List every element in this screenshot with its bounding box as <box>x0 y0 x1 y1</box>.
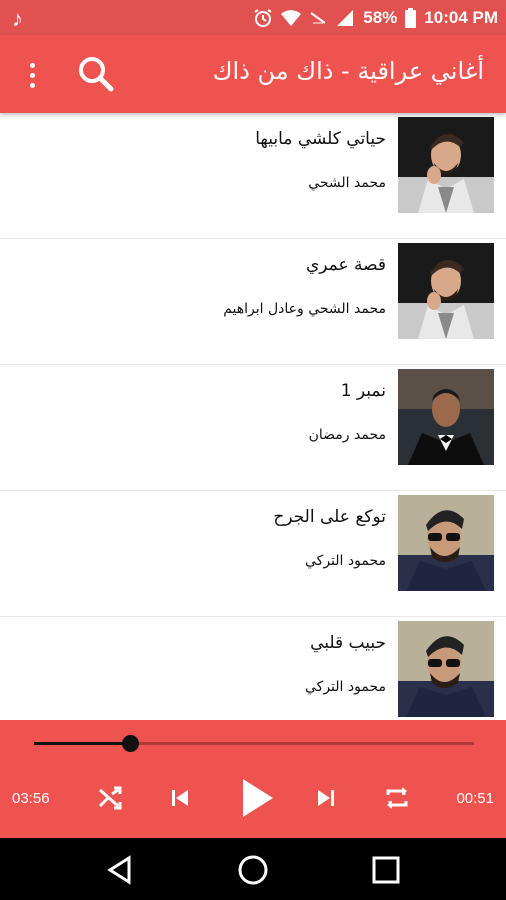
app-bar: أغاني عراقية - ذاك من ذاك <box>0 35 506 113</box>
elapsed-time: 03:56 <box>12 790 50 807</box>
page-title: أغاني عراقية - ذاك من ذاك <box>212 57 484 85</box>
no-data-icon <box>309 9 327 27</box>
home-icon[interactable] <box>235 852 271 888</box>
status-bar: ♪ 58% 10:04 PM <box>0 0 506 35</box>
singer-photo-icon <box>398 243 494 339</box>
system-nav-bar <box>0 838 506 900</box>
song-title: توكع على الجرح <box>273 507 386 527</box>
song-row[interactable]: حبيب قلبي محمود التركي <box>0 617 506 720</box>
repeat-icon[interactable] <box>380 778 414 818</box>
song-title: حياتي كلشي مابيها <box>255 129 386 149</box>
song-artist: محمود التركي <box>305 553 386 569</box>
song-list[interactable]: حياتي كلشي مابيها محمد الشحي قصة عمري مح… <box>0 113 506 720</box>
singer-photo-icon <box>398 495 494 591</box>
song-row[interactable]: نمبر 1 محمد رمضان <box>0 365 506 491</box>
status-icons: 58% 10:04 PM <box>253 0 498 35</box>
back-icon[interactable] <box>102 852 138 888</box>
next-icon[interactable] <box>312 778 340 818</box>
song-artist: محمد الشحي وعادل ابراهيم <box>223 301 386 317</box>
overflow-menu-icon[interactable] <box>18 55 46 95</box>
signal-icon <box>335 9 355 27</box>
song-artist: محمد رمضان <box>308 427 386 443</box>
singer-photo-icon <box>398 117 494 213</box>
previous-icon[interactable] <box>166 778 194 818</box>
seek-bar-thumb[interactable] <box>122 735 140 752</box>
clock: 10:04 PM <box>424 7 498 27</box>
song-row[interactable]: حياتي كلشي مابيها محمد الشحي <box>0 113 506 239</box>
player-bar: 03:56 00:51 <box>0 720 506 838</box>
seek-bar[interactable] <box>34 742 474 745</box>
alarm-icon <box>253 8 273 28</box>
song-title: قصة عمري <box>305 255 386 275</box>
song-row[interactable]: توكع على الجرح محمود التركي <box>0 491 506 617</box>
play-icon[interactable] <box>236 775 278 821</box>
song-artist: محمد الشحي <box>308 175 386 191</box>
shuffle-icon[interactable] <box>94 778 126 818</box>
music-note-icon: ♪ <box>12 6 23 31</box>
song-title: نمبر 1 <box>340 381 386 401</box>
singer-photo-icon <box>398 369 494 465</box>
battery-icon <box>405 7 417 28</box>
song-title: حبيب قلبي <box>310 633 386 653</box>
seek-bar-progress <box>34 742 131 745</box>
search-icon[interactable] <box>74 52 118 96</box>
song-artist: محمود التركي <box>305 679 386 695</box>
recents-icon[interactable] <box>368 852 404 888</box>
battery-percent: 58% <box>363 7 398 27</box>
remaining-time: 00:51 <box>456 790 494 807</box>
song-row[interactable]: قصة عمري محمد الشحي وعادل ابراهيم <box>0 239 506 365</box>
wifi-icon <box>281 9 302 27</box>
singer-photo-icon <box>398 621 494 717</box>
